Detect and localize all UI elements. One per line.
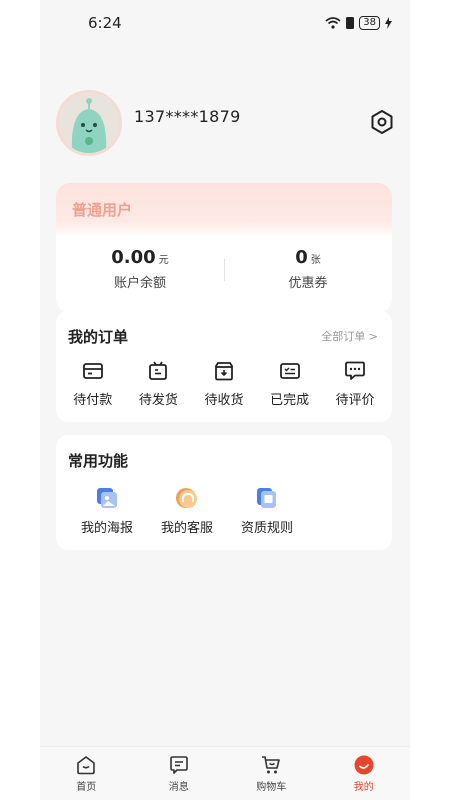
order-item-label: 待付款 <box>73 393 113 408</box>
status-bar: 6:24 38 <box>40 0 410 46</box>
orders-card: 我的订单 全部订单 > 待付款 待发货 待收货 已完成 待评价 <box>56 311 392 422</box>
coupon-value: 0 <box>295 247 308 268</box>
order-item-label: 待发货 <box>138 393 178 408</box>
member-level-title: 普通用户 <box>72 201 133 219</box>
feature-item-poster[interactable]: 我的海报 <box>76 485 138 536</box>
feature-item-label: 我的海报 <box>80 521 133 536</box>
order-status-row: 待付款 待发货 待收货 已完成 待评价 <box>56 359 392 408</box>
battery-indicator: 38 <box>359 16 380 30</box>
mascot-avatar-icon <box>71 98 107 153</box>
coupon-stat[interactable]: 0张 优惠券 <box>224 247 392 291</box>
feature-item-qualification[interactable]: 资质规则 <box>236 485 298 536</box>
tab-label: 首页 <box>76 782 97 793</box>
tab-label: 消息 <box>168 782 189 793</box>
profile-icon <box>354 755 374 775</box>
wallet-icon <box>82 363 103 379</box>
poster-icon <box>97 488 117 508</box>
completed-icon <box>279 363 300 379</box>
order-item-pending-payment[interactable]: 待付款 <box>62 359 124 408</box>
orders-title: 我的订单 <box>68 328 129 346</box>
coupon-label: 优惠券 <box>288 276 328 291</box>
balance-unit: 元 <box>158 255 169 266</box>
tab-messages[interactable]: 消息 <box>134 754 224 793</box>
home-icon <box>77 756 96 775</box>
order-item-pending-review[interactable]: 待评价 <box>324 359 386 408</box>
tab-home[interactable]: 首页 <box>41 754 131 793</box>
customer-service-icon <box>176 488 197 508</box>
order-item-label: 待收货 <box>204 393 244 408</box>
comment-icon <box>345 361 366 380</box>
feature-item-label: 资质规则 <box>240 521 293 536</box>
order-item-pending-receipt[interactable]: 待收货 <box>193 359 255 408</box>
status-icons: 38 <box>325 16 392 30</box>
box-download-icon <box>215 362 233 381</box>
balance-stat[interactable]: 0.00 元 账户余额 <box>56 247 224 291</box>
package-icon <box>149 361 168 380</box>
signal-icon <box>346 17 355 29</box>
coupon-unit: 张 <box>310 255 321 266</box>
feature-item-label: 我的客服 <box>160 521 213 536</box>
qualification-icon <box>257 488 276 508</box>
avatar[interactable] <box>56 90 122 156</box>
phone-screen: 6:24 38 137****1879 普通用户 0.00 元 账户余额 0 张… <box>40 0 410 800</box>
order-item-completed[interactable]: 已完成 <box>259 359 321 408</box>
feature-row: 我的海报 我的客服 资质规则 <box>76 485 298 536</box>
status-time: 6:24 <box>88 14 122 32</box>
tab-label: 购物车 <box>256 782 287 793</box>
profile-header: 137****1879 <box>56 88 396 158</box>
order-item-pending-shipment[interactable]: 待发货 <box>127 359 189 408</box>
order-item-label: 已完成 <box>270 393 310 408</box>
balance-value: 0.00 <box>111 247 156 268</box>
cart-icon <box>262 756 281 774</box>
tab-profile[interactable]: 我的 <box>319 754 409 793</box>
order-item-label: 待评价 <box>335 393 375 408</box>
wifi-icon <box>325 17 341 29</box>
tab-cart[interactable]: 购物车 <box>226 754 316 793</box>
all-orders-link[interactable]: 全部订单 > <box>321 328 378 344</box>
message-icon <box>169 756 188 774</box>
features-card: 常用功能 我的海报 我的客服 资质规则 <box>56 435 392 550</box>
feature-item-customer-service[interactable]: 我的客服 <box>156 485 218 536</box>
balance-label: 账户余额 <box>113 276 166 291</box>
tab-label: 我的 <box>353 782 374 793</box>
bottom-tab-bar: 首页 消息 购物车 我的 <box>40 746 410 800</box>
features-title: 常用功能 <box>68 452 129 470</box>
member-card: 普通用户 0.00 元 账户余额 0张 优惠券 <box>56 183 392 313</box>
phone-number: 137****1879 <box>134 106 241 126</box>
settings-icon[interactable] <box>368 108 396 136</box>
charging-icon <box>385 17 392 29</box>
